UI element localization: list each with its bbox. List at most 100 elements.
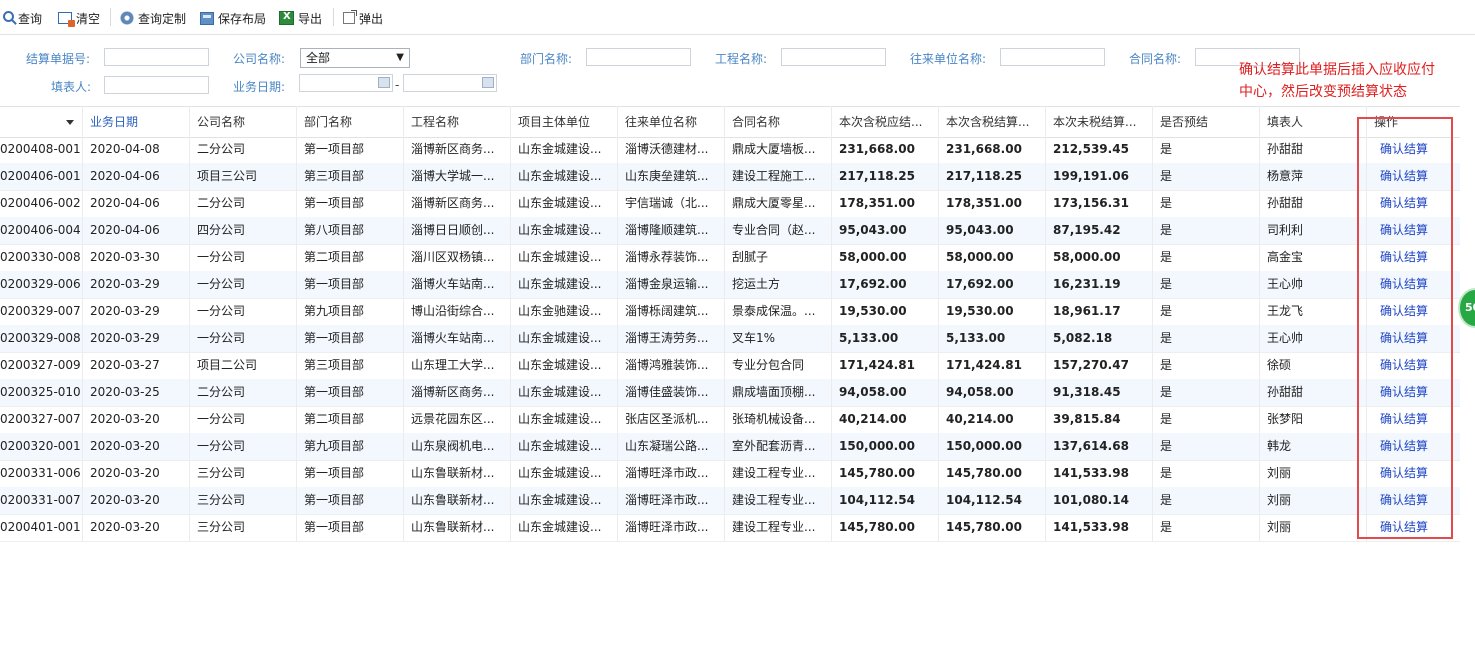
col-header-partner[interactable]: 往来单位名称	[625, 107, 724, 137]
cell-contract: 鼎成墙面顶棚...	[732, 385, 816, 399]
col-header-tax-payable[interactable]: 本次含税应结...	[839, 107, 938, 137]
settlement-no-label: 结算单据号:	[26, 52, 91, 66]
table-row[interactable]: 0200331-007 2020-03-20 三分公司 第一项目部 山东鲁联新材... 山…	[0, 487, 1460, 515]
export-button[interactable]: 导出	[279, 9, 322, 27]
column-divider[interactable]	[510, 106, 511, 541]
cell-project: 淄博新区商务...	[411, 385, 495, 399]
table-row[interactable]: 0200327-007 2020-03-20 一分公司 第二项目部 远景花园东区... 山…	[0, 406, 1460, 434]
cell-action-link[interactable]: 确认结算	[1380, 460, 1460, 487]
col-header-project[interactable]: 工程名称	[411, 107, 510, 137]
calendar-icon[interactable]	[482, 77, 494, 88]
clear-button[interactable]: 清空	[58, 9, 100, 27]
table-row[interactable]: 0200401-001 2020-03-20 三分公司 第一项目部 山东鲁联新材... 山…	[0, 514, 1460, 542]
cell-action-link[interactable]: 确认结算	[1380, 244, 1460, 271]
cell-is-pre-settle: 是	[1160, 169, 1173, 183]
cell-action-link[interactable]: 确认结算	[1380, 136, 1460, 163]
partner-input[interactable]	[1000, 48, 1105, 66]
cell-action-link[interactable]: 确认结算	[1380, 487, 1460, 514]
cell-company: 项目二公司	[197, 358, 258, 372]
col-header-filler[interactable]: 填表人	[1267, 107, 1366, 137]
table-row[interactable]: 0200329-007 2020-03-29 一分公司 第九项目部 博山沿街综合... 山…	[0, 298, 1460, 326]
date-to-input[interactable]	[403, 74, 497, 92]
cell-tax-settled: 17,692.00	[946, 277, 1014, 291]
table-row[interactable]: 0200406-001 2020-04-06 项目三公司 第三项目部 淄博大学城一...…	[0, 163, 1460, 191]
query-button[interactable]: 查询	[3, 9, 42, 27]
excel-icon	[279, 11, 294, 25]
column-divider[interactable]	[831, 106, 832, 541]
filler-input[interactable]	[104, 76, 209, 94]
col-header-department[interactable]: 部门名称	[304, 107, 403, 137]
cell-tax-payable: 19,530.00	[839, 304, 907, 318]
external-link-icon	[343, 10, 357, 24]
col-header-action[interactable]: 操作	[1374, 107, 1460, 137]
cell-company: 一分公司	[197, 331, 246, 345]
col-header-biz-date[interactable]: 业务日期	[90, 107, 189, 137]
table-row[interactable]: 0200325-010 2020-03-25 二分公司 第一项目部 淄博新区商务... 山…	[0, 379, 1460, 407]
cell-project: 淄川区双杨镇...	[411, 250, 495, 264]
column-divider[interactable]	[1366, 106, 1367, 541]
column-divider[interactable]	[82, 106, 83, 541]
cell-tax-settled: 178,351.00	[946, 196, 1022, 210]
cell-action-link[interactable]: 确认结算	[1380, 298, 1460, 325]
col-header-main-unit[interactable]: 项目主体单位	[518, 107, 617, 137]
project-input[interactable]	[781, 48, 886, 66]
col-header-doc-no[interactable]	[8, 107, 82, 137]
column-divider[interactable]	[296, 106, 297, 541]
cell-action-link[interactable]: 确认结算	[1380, 514, 1460, 541]
cell-partner: 淄博栎阔建筑...	[625, 304, 709, 318]
cell-partner: 山东凝瑞公路...	[625, 439, 709, 453]
cell-action-link[interactable]: 确认结算	[1380, 325, 1460, 352]
cell-tax-payable: 145,780.00	[839, 520, 915, 534]
cell-action-link[interactable]: 确认结算	[1380, 271, 1460, 298]
custom-query-button[interactable]: 查询定制	[120, 9, 186, 27]
date-separator: -	[395, 78, 400, 92]
column-divider[interactable]	[1045, 106, 1046, 541]
calendar-icon[interactable]	[378, 77, 390, 88]
col-header-is-pre-settle[interactable]: 是否预结	[1160, 107, 1259, 137]
table-row[interactable]: 0200327-009 2020-03-27 项目二公司 第三项目部 山东理工大学...…	[0, 352, 1460, 380]
column-divider[interactable]	[724, 106, 725, 541]
col-header-pretax-settled[interactable]: 本次未税结算...	[1053, 107, 1152, 137]
settlement-no-input[interactable]	[104, 48, 209, 66]
table-row[interactable]: 0200330-008 2020-03-30 一分公司 第二项目部 淄川区双杨镇... 山…	[0, 244, 1460, 272]
cell-tax-payable: 171,424.81	[839, 358, 915, 372]
col-header-company[interactable]: 公司名称	[197, 107, 296, 137]
cell-tax-settled: 145,780.00	[946, 466, 1022, 480]
cell-main-unit: 山东金城建设...	[518, 439, 602, 453]
column-divider[interactable]	[938, 106, 939, 541]
table-row[interactable]: 0200329-008 2020-03-29 一分公司 第一项目部 淄博火车站南... 山…	[0, 325, 1460, 353]
cell-tax-settled: 145,780.00	[946, 520, 1022, 534]
col-header-contract[interactable]: 合同名称	[732, 107, 831, 137]
cell-action-link[interactable]: 确认结算	[1380, 433, 1460, 460]
column-divider[interactable]	[1152, 106, 1153, 541]
table-row[interactable]: 0200406-002 2020-04-06 二分公司 第一项目部 淄博新区商务... 山…	[0, 190, 1460, 218]
company-select[interactable]: 全部 ▼	[300, 48, 410, 68]
cell-action-link[interactable]: 确认结算	[1380, 163, 1460, 190]
cell-action-link[interactable]: 确认结算	[1380, 352, 1460, 379]
col-header-tax-settled[interactable]: 本次含税结算...	[946, 107, 1045, 137]
table-row[interactable]: 0200329-006 2020-03-29 一分公司 第一项目部 淄博火车站南... 山…	[0, 271, 1460, 299]
column-divider[interactable]	[617, 106, 618, 541]
cell-tax-payable: 5,133.00	[839, 331, 899, 345]
cell-partner: 淄博王涛劳务...	[625, 331, 709, 345]
table-row[interactable]: 0200331-006 2020-03-20 三分公司 第一项目部 山东鲁联新材... 山…	[0, 460, 1460, 488]
column-divider[interactable]	[403, 106, 404, 541]
cell-biz-date: 2020-03-20	[90, 466, 160, 480]
cell-action-link[interactable]: 确认结算	[1380, 406, 1460, 433]
popup-button[interactable]: 弹出	[343, 9, 383, 27]
cell-main-unit: 山东金城建设...	[518, 385, 602, 399]
column-divider[interactable]	[1259, 106, 1260, 541]
department-input[interactable]	[586, 48, 691, 66]
table-row[interactable]: 0200320-001 2020-03-20 一分公司 第九项目部 山东泉阀机电... 山…	[0, 433, 1460, 461]
cell-filler: 王龙飞	[1267, 304, 1304, 318]
cell-biz-date: 2020-03-20	[90, 493, 160, 507]
cell-action-link[interactable]: 确认结算	[1380, 190, 1460, 217]
date-from-input[interactable]	[299, 74, 393, 92]
cell-action-link[interactable]: 确认结算	[1380, 217, 1460, 244]
table-row[interactable]: 0200406-004 2020-04-06 四分公司 第八项目部 淄博日日顺创... 山…	[0, 217, 1460, 245]
floating-counter-badge[interactable]: 50	[1458, 288, 1475, 328]
save-layout-button[interactable]: 保存布局	[200, 9, 266, 27]
cell-action-link[interactable]: 确认结算	[1380, 379, 1460, 406]
table-row[interactable]: 0200408-001 2020-04-08 二分公司 第一项目部 淄博新区商务... 山…	[0, 136, 1460, 164]
column-divider[interactable]	[189, 106, 190, 541]
